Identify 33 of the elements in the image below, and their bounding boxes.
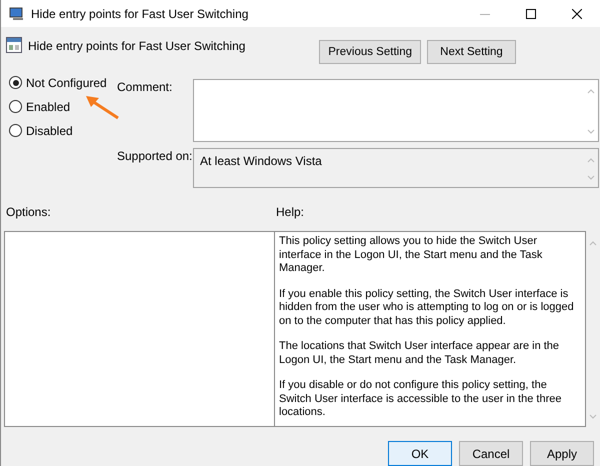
- radio-button[interactable]: [9, 76, 22, 90]
- help-paragraph: If you disable or do not configure this policy setting, the Switch User interface is accessible to the user in the three locations.: [279, 379, 562, 420]
- help-paragraph: This policy setting allows you to hide the Switch User interface in the Logon UI, the Start menu and the Task Manager.: [279, 235, 544, 276]
- supported-on-field: At least Windows Vista: [193, 148, 599, 188]
- window-title: Hide entry points for Fast User Switching: [31, 6, 250, 20]
- nav-button[interactable]: Next Setting: [427, 40, 516, 64]
- help-paragraph: The locations that Switch User interface appear are in the Logon UI, the Start menu and the Task Manager.: [279, 340, 560, 367]
- radio-label[interactable]: Enabled: [26, 100, 70, 114]
- comment-field[interactable]: [193, 78, 599, 142]
- policy-icon: [6, 37, 22, 53]
- radio-button[interactable]: [9, 100, 22, 114]
- supported-scroll-up-icon[interactable]: [587, 156, 595, 164]
- help-scroll-down-icon[interactable]: [589, 413, 597, 420]
- help-label: Help:: [276, 204, 304, 221]
- policy-title: Hide entry points for Fast User Switching: [28, 39, 246, 53]
- dialog-button[interactable]: Cancel: [459, 441, 523, 466]
- radio-label[interactable]: Disabled: [26, 124, 73, 138]
- help-paragraph: If you enable this policy setting, the Switch User interface is hidden from the user who is attempting to log on or is logged on to the computer that has this policy applied.: [279, 288, 575, 328]
- comment-label: Comment:: [117, 78, 174, 96]
- maximize-icon: [526, 8, 536, 18]
- dialog-button[interactable]: OK: [388, 441, 452, 466]
- supported-on-label: Supported on:: [117, 148, 193, 165]
- supported-scroll-down-icon[interactable]: [587, 174, 595, 181]
- comment-scroll-down-icon[interactable]: [587, 128, 595, 135]
- comment-scroll-up-icon[interactable]: [587, 88, 595, 95]
- dialog-button[interactable]: Apply: [530, 441, 594, 466]
- help-scroll-up-icon[interactable]: [589, 240, 597, 247]
- radio-button[interactable]: [9, 124, 22, 138]
- nav-button[interactable]: Previous Setting: [319, 40, 421, 64]
- options-label: Options:: [6, 204, 51, 219]
- radio-label[interactable]: Not Configured: [26, 76, 107, 90]
- computer-icon: [9, 6, 25, 20]
- close-icon: [572, 8, 582, 18]
